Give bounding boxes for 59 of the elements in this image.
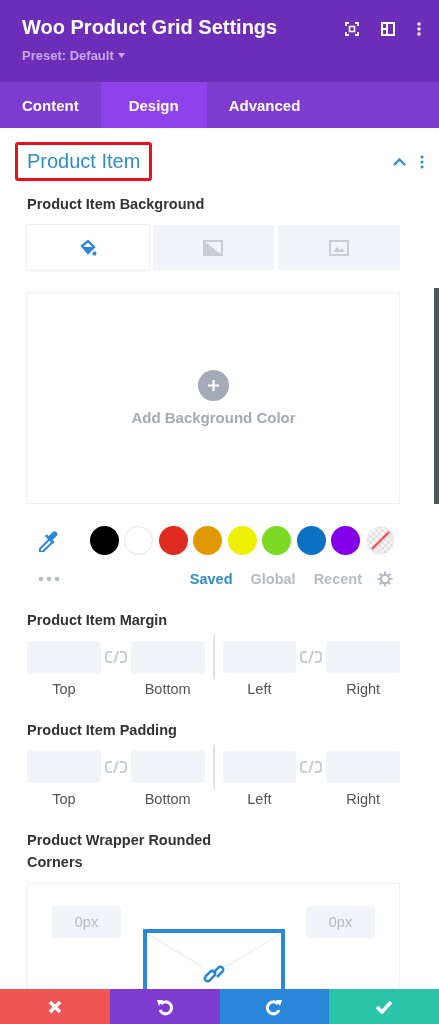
gradient-icon [203,239,224,256]
side-label: Bottom [143,681,192,697]
color-swatch[interactable] [193,526,222,555]
palette-tab[interactable]: Saved [180,571,242,587]
link-icon[interactable] [300,760,323,774]
undo-button[interactable] [109,989,220,1024]
field-label: Product Item Margin [27,611,169,630]
color-swatch[interactable] [296,526,326,555]
add-background-label[interactable]: Add Background Color [131,409,296,426]
add-icon[interactable] [198,370,229,401]
chevron-up-icon[interactable] [393,157,406,166]
color-preview-area[interactable]: Add Background Color [27,292,400,504]
preset-dropdown[interactable]: Preset: Default [22,48,114,63]
redo-button[interactable] [219,989,330,1024]
panel-title: Woo Product Grid Settings [22,16,279,39]
color-swatch[interactable] [89,526,119,555]
color-swatch[interactable] [124,526,153,555]
background-type-tab[interactable] [152,225,275,270]
color-swatch[interactable] [331,526,360,555]
tab[interactable]: Content [0,82,101,128]
background-type-tab[interactable] [27,225,149,270]
side-label: Top [51,681,77,697]
tab[interactable]: Advanced [206,82,323,128]
no-color-swatch[interactable] [365,526,395,555]
color-swatch[interactable] [158,526,188,555]
eyedropper-icon[interactable] [37,529,59,552]
expand-icon[interactable] [345,22,359,36]
side-label: Top [51,791,77,807]
link-icon[interactable] [104,760,127,774]
side-label: Bottom [143,791,192,807]
caret-icon[interactable] [117,53,125,58]
tab[interactable]: Design [100,82,207,128]
more-icon[interactable] [417,22,421,36]
scrollbar[interactable] [434,288,439,504]
close-icon [47,999,62,1014]
color-swatch[interactable] [227,526,257,555]
more-icon[interactable] [420,154,424,169]
columns-icon[interactable] [381,22,395,36]
side-label: Right [345,681,382,697]
settings-icon[interactable] [377,571,393,587]
link-icon[interactable] [300,650,323,664]
field-label: Product Item Padding [27,721,178,740]
link-icon[interactable] [104,650,127,664]
side-label: Right [345,791,382,807]
undo-icon [155,997,174,1016]
checkmark-icon [375,999,394,1014]
palette-tab[interactable]: Global [241,571,305,587]
redo-icon [265,997,284,1016]
background-type-tab[interactable] [278,225,400,270]
color-swatch[interactable] [262,526,291,555]
cancel-button[interactable] [0,989,110,1024]
section-title[interactable]: Product Item [15,142,153,181]
side-label: Left [246,791,273,807]
side-label: Left [246,681,273,697]
field-label: Product Wrapper Rounded Corners [27,831,213,872]
image-icon [329,239,350,256]
field-label: Product Item Background [27,195,206,214]
paint-bucket-icon [78,238,97,257]
palette-tab[interactable]: Recent [304,571,371,587]
